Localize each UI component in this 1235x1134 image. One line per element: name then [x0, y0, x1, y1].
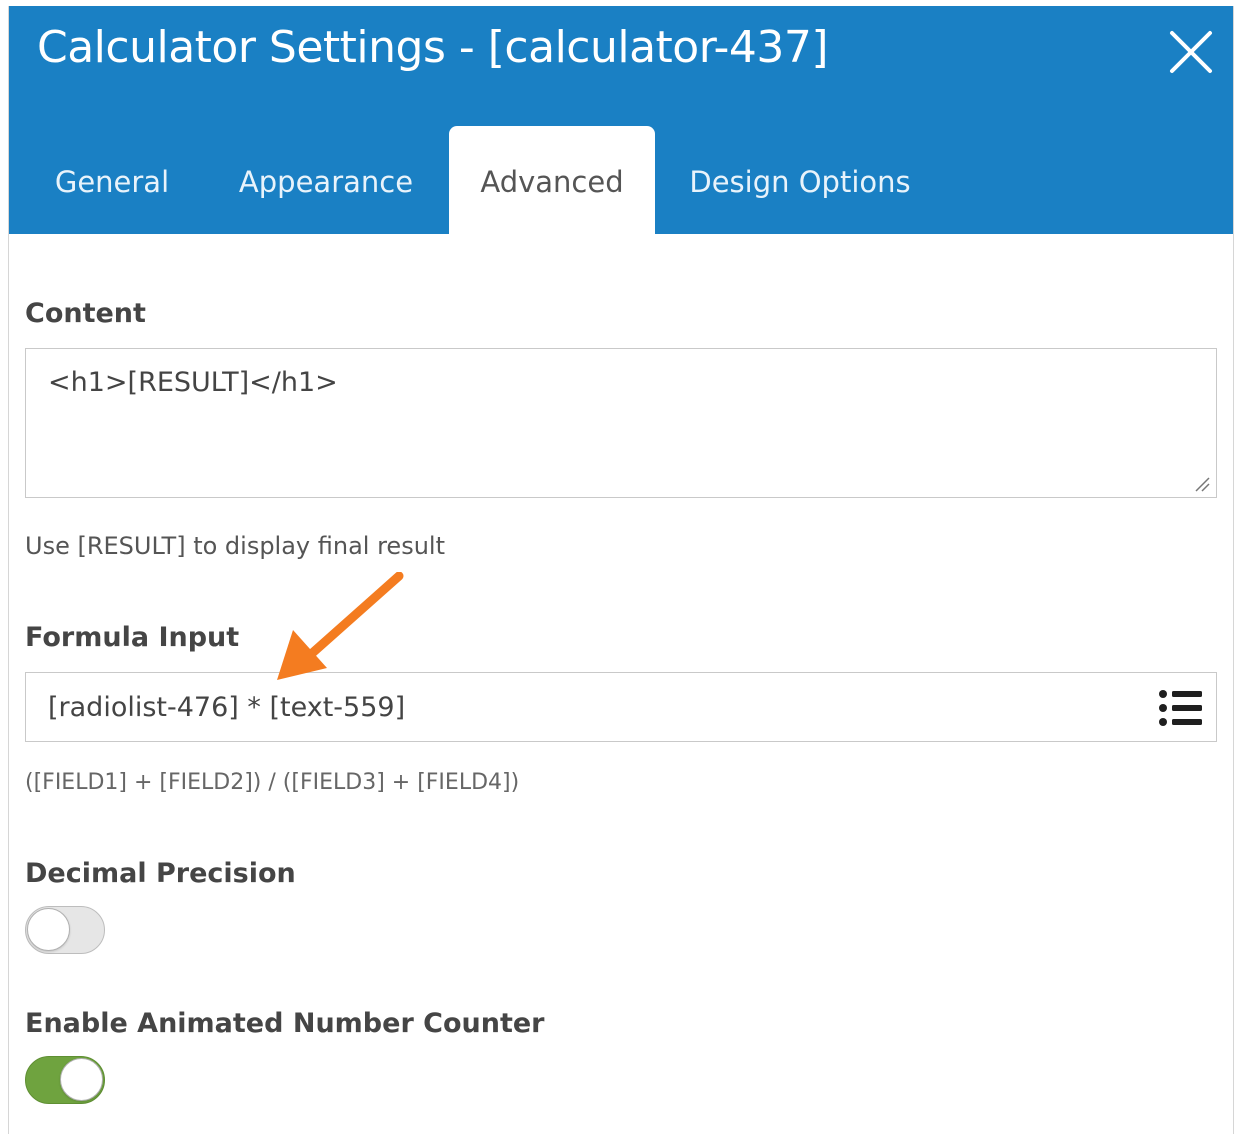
decimal-precision-toggle[interactable]	[25, 906, 105, 954]
tab-general[interactable]: General	[31, 126, 193, 234]
dialog-header: Calculator Settings - [calculator-437] G…	[9, 6, 1233, 234]
formula-label: Formula Input	[25, 622, 240, 653]
content-textarea[interactable]: <h1>[RESULT]</h1>	[25, 348, 1217, 498]
arrow-icon	[277, 572, 404, 680]
settings-dialog: Calculator Settings - [calculator-437] G…	[8, 6, 1234, 1134]
formula-help-text: ([FIELD1] + [FIELD2]) / ([FIELD3] + [FIE…	[25, 770, 520, 795]
tab-appearance[interactable]: Appearance	[221, 126, 431, 234]
decimal-precision-label: Decimal Precision	[25, 858, 296, 889]
close-button[interactable]	[1169, 30, 1213, 74]
animated-counter-label: Enable Animated Number Counter	[25, 1008, 545, 1039]
formula-field	[25, 672, 1217, 742]
dialog-title: Calculator Settings - [calculator-437]	[37, 22, 829, 73]
tab-bar: General Appearance Advanced Design Optio…	[9, 126, 1233, 234]
resize-grip-icon[interactable]	[1194, 476, 1210, 492]
content-label: Content	[25, 298, 146, 329]
tab-design-options[interactable]: Design Options	[675, 126, 925, 234]
close-icon	[1170, 31, 1212, 73]
content-help-text: Use [RESULT] to display final result	[25, 532, 445, 560]
tab-advanced[interactable]: Advanced	[449, 126, 655, 234]
list-icon[interactable]	[1158, 689, 1204, 727]
animated-counter-toggle[interactable]	[25, 1056, 105, 1104]
toggle-knob	[60, 1058, 103, 1101]
formula-input[interactable]	[26, 673, 1136, 741]
toggle-knob	[27, 908, 70, 951]
